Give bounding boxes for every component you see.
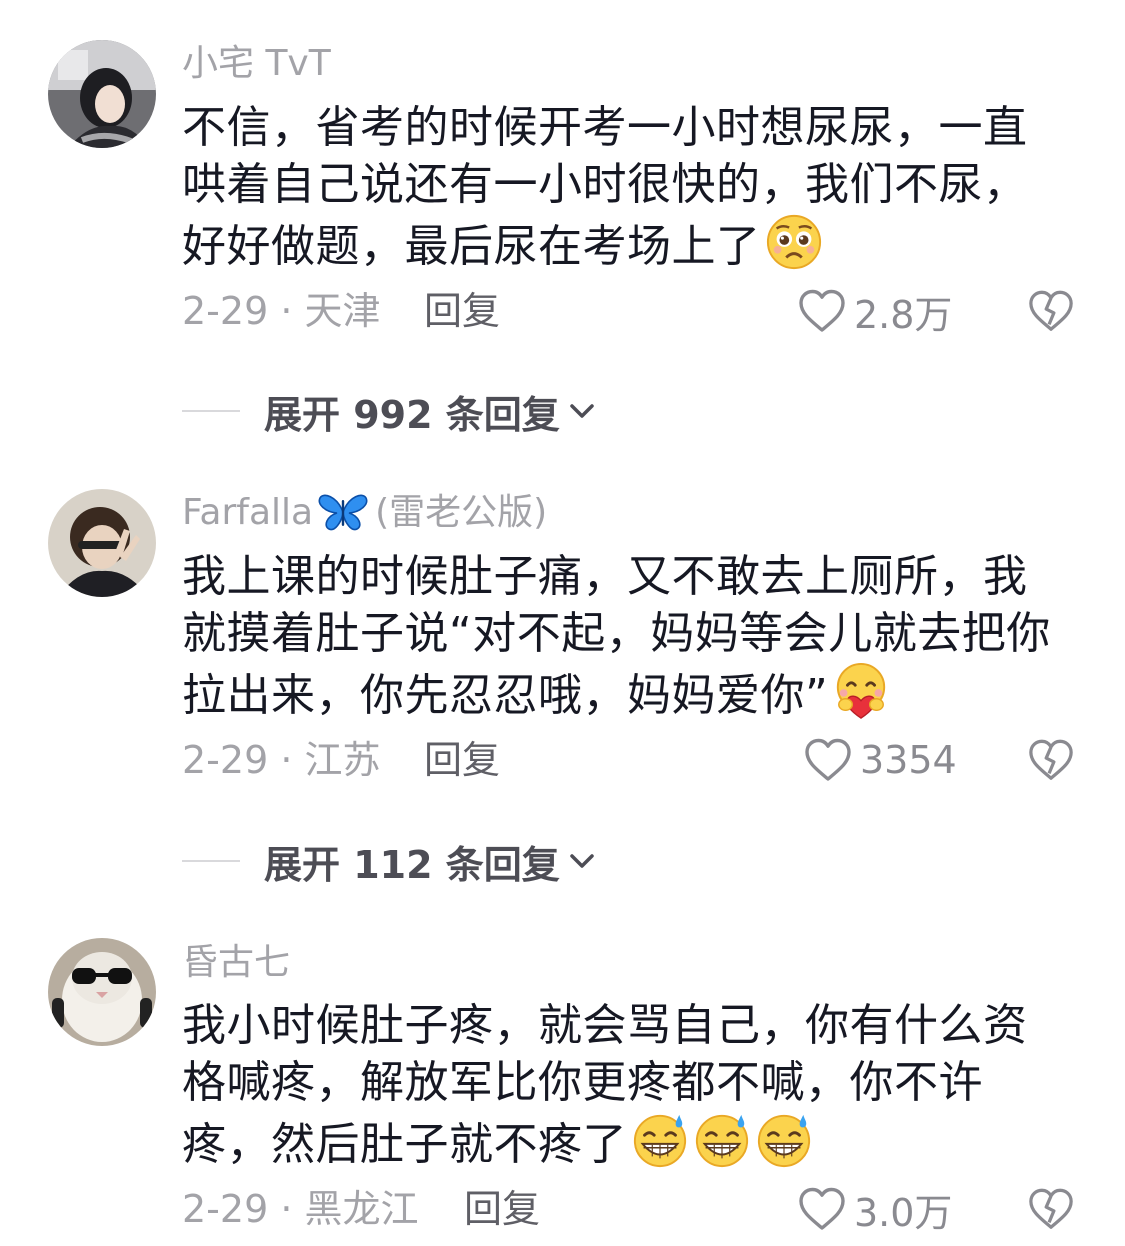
comment-text: 不信，省考的时候开考一小时想尿尿，一直 哄着自己说还有一小时很快的，我们不尿， …	[182, 99, 1082, 275]
reply-button[interactable]: 回复	[424, 735, 500, 785]
divider	[182, 860, 240, 862]
username-text[interactable]: 小宅 TvT	[182, 43, 331, 84]
smiling-face-with-heart-emoji-icon	[837, 662, 886, 719]
reply-button[interactable]: 回复	[464, 1184, 540, 1234]
comment-text: 我小时候肚子疼，就会骂自己，你有什么资 格喊疼，解放军比你更疼都不喊，你不许 疼…	[182, 997, 1082, 1173]
broken-heart-icon[interactable]	[1028, 1186, 1074, 1232]
avatar[interactable]	[48, 40, 156, 148]
date-location: 2-29 · 江苏	[182, 738, 381, 782]
like-count: 3.0万	[854, 1190, 953, 1235]
like-count: 3354	[860, 738, 957, 782]
comment-line: 我上课的时候肚子痛，又不敢去上厕所，我	[182, 551, 1028, 602]
expand-replies-button[interactable]: 展开 112 条回复	[182, 834, 598, 889]
username-text[interactable]: Farfalla	[182, 492, 313, 533]
comment-line: 不信，省考的时候开考一小时想尿尿，一直	[182, 102, 1028, 153]
avatar[interactable]	[48, 938, 156, 1046]
username[interactable]: Farfalla (雷老公版)	[182, 491, 547, 535]
like-button[interactable]: 3.0万	[798, 1184, 953, 1235]
expand-replies-label[interactable]: 展开 992 条回复	[264, 384, 560, 439]
chevron-down-icon	[570, 404, 594, 418]
comment-line-text: 好好做题，最后尿在考场上了	[182, 221, 761, 272]
like-button[interactable]: 3354	[804, 735, 957, 785]
expand-replies-button[interactable]: 展开 992 条回复	[182, 384, 598, 439]
divider	[182, 410, 240, 412]
heart-outline-icon	[805, 738, 851, 781]
username[interactable]: 小宅 TvT	[182, 42, 331, 86]
comment-meta: 2-29 · 江苏 回复	[182, 735, 500, 785]
pleading-face-emoji-icon	[766, 214, 821, 270]
comment-line: 疼，然后肚子就不疼了	[182, 1111, 1082, 1173]
chevron-down-icon	[570, 854, 594, 868]
grinning-sweat-emoji-icon	[695, 1114, 749, 1168]
date-location: 2-29 · 天津	[182, 289, 381, 333]
broken-heart-icon[interactable]	[1028, 737, 1074, 783]
like-button[interactable]: 2.8万	[798, 286, 953, 337]
comment-line: 好好做题，最后尿在考场上了	[182, 213, 1082, 275]
comment-meta: 2-29 · 天津 回复	[182, 286, 500, 336]
grinning-sweat-emoji-icon	[757, 1114, 811, 1168]
username-suffix[interactable]: (雷老公版)	[375, 492, 547, 533]
username-text[interactable]: 昏古七	[182, 942, 290, 983]
comment-line: 哄着自己说还有一小时很快的，我们不尿，	[182, 159, 1028, 210]
heart-outline-icon	[799, 1187, 845, 1230]
heart-outline-icon	[799, 289, 845, 332]
expand-replies-label[interactable]: 展开 112 条回复	[264, 834, 560, 889]
username[interactable]: 昏古七	[182, 941, 290, 985]
comment-line: 拉出来，你先忍忍哦，妈妈爱你”	[182, 662, 1082, 724]
like-count: 2.8万	[854, 292, 953, 337]
reply-button[interactable]: 回复	[424, 286, 500, 336]
grinning-sweat-emoji-icon	[633, 1114, 687, 1168]
comment-line-text: 疼，然后肚子就不疼了	[182, 1119, 627, 1170]
avatar[interactable]	[48, 489, 156, 597]
comment-list: 小宅 TvT 不信，省考的时候开考一小时想尿尿，一直 哄着自己说还有一小时很快的…	[0, 0, 1125, 1246]
butterfly-icon	[318, 494, 368, 531]
comment-meta: 2-29 · 黑龙江 回复	[182, 1184, 540, 1234]
comment-line: 格喊疼，解放军比你更疼都不喊，你不许	[182, 1057, 983, 1108]
comment-line-text: 拉出来，你先忍忍哦，妈妈爱你”	[182, 670, 829, 721]
date-location: 2-29 · 黑龙江	[182, 1187, 419, 1231]
comment-line: 我小时候肚子疼，就会骂自己，你有什么资	[182, 1000, 1028, 1051]
comment-line: 就摸着肚子说“对不起，妈妈等会儿就去把你	[182, 608, 1051, 659]
comment-text: 我上课的时候肚子痛，又不敢去上厕所，我 就摸着肚子说“对不起，妈妈等会儿就去把你…	[182, 548, 1082, 724]
broken-heart-icon[interactable]	[1028, 288, 1074, 334]
